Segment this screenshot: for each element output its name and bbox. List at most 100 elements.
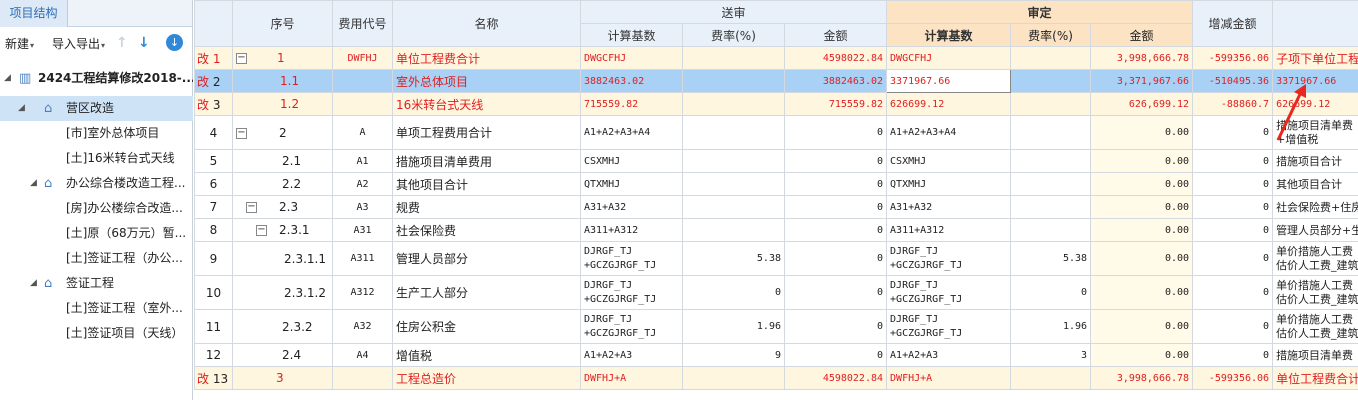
- name-cell[interactable]: 工程总造价: [392, 366, 581, 390]
- header-audited-base[interactable]: 计算基数: [886, 23, 1012, 47]
- seq-cell[interactable]: −2: [232, 115, 333, 150]
- name-cell[interactable]: 其他项目合计: [392, 172, 581, 196]
- collapse-icon[interactable]: −: [246, 202, 257, 213]
- tree-item-original-provisional[interactable]: [土]原（68万元）暂...: [0, 221, 193, 246]
- submitted-amount-cell[interactable]: 0: [783, 241, 888, 276]
- expand-arrow-icon[interactable]: ◢: [30, 271, 37, 296]
- collapse-icon[interactable]: −: [236, 127, 247, 139]
- diff-cell[interactable]: 0: [1192, 115, 1274, 150]
- header-audited-amount[interactable]: 金额: [1090, 23, 1194, 47]
- seq-cell[interactable]: − 2.3: [232, 195, 333, 219]
- diff-cell[interactable]: 0: [1192, 195, 1274, 219]
- audited-rate-cell[interactable]: 0: [1010, 275, 1092, 310]
- audited-base-cell[interactable]: A1+A2+A3+A4: [886, 115, 1012, 150]
- submitted-amount-cell[interactable]: 0: [783, 195, 888, 219]
- submitted-base-cell[interactable]: A1+A2+A3+A4: [580, 115, 683, 150]
- collapse-icon[interactable]: −: [256, 225, 267, 236]
- submitted-amount-cell[interactable]: 0: [783, 218, 888, 242]
- name-cell[interactable]: 单项工程费用合计: [392, 115, 581, 150]
- submitted-rate-cell[interactable]: [682, 69, 785, 93]
- code-cell[interactable]: [332, 69, 393, 93]
- header-submitted-base[interactable]: 计算基数: [580, 23, 683, 47]
- header-diff[interactable]: 增减金额: [1192, 0, 1274, 47]
- submitted-base-cell[interactable]: 715559.82: [580, 92, 683, 116]
- submitted-amount-cell[interactable]: 4598022.84: [783, 366, 888, 390]
- submitted-amount-cell[interactable]: 0: [783, 275, 888, 310]
- audited-amount-cell[interactable]: 0.00: [1090, 343, 1194, 367]
- submitted-amount-cell[interactable]: 0: [783, 172, 888, 196]
- audited-base-cell[interactable]: DWGCFHJ: [886, 46, 1012, 70]
- submitted-base-cell[interactable]: CSXMHJ: [580, 149, 683, 173]
- audited-base-cell[interactable]: DJRGF_TJ +GCZGJRGF_TJ: [886, 309, 1012, 344]
- collapse-icon[interactable]: −: [236, 53, 247, 64]
- submitted-amount-cell[interactable]: 0: [783, 343, 888, 367]
- header-submitted-amount[interactable]: 金额: [783, 23, 888, 47]
- table-row[interactable]: 4 −2 A 单项工程费用合计 A1+A2+A3+A4 0 A1+A2+A3+A…: [194, 115, 1358, 150]
- seq-cell[interactable]: 2.2: [232, 172, 333, 196]
- audited-rate-cell[interactable]: [1010, 218, 1092, 242]
- seq-cell[interactable]: − 2.3.1: [232, 218, 333, 242]
- submitted-base-cell[interactable]: DJRGF_TJ +GCZGJRGF_TJ: [580, 309, 683, 344]
- audited-base-cell[interactable]: QTXMHJ: [886, 172, 1012, 196]
- name-cell[interactable]: 管理人员部分: [392, 241, 581, 276]
- submitted-rate-cell[interactable]: [682, 366, 785, 390]
- submitted-rate-cell[interactable]: [682, 115, 785, 150]
- table-row[interactable]: 改 13 3 工程总造价 DWFHJ+A 4598022.84 DWFHJ+A …: [194, 366, 1358, 390]
- tree-item-visa-project[interactable]: ◢ ⌂ 签证工程: [0, 271, 193, 296]
- table-row[interactable]: 8 − 2.3.1 A31 社会保险费 A311+A312 0 A311+A312…: [194, 218, 1358, 242]
- submitted-rate-cell[interactable]: 9: [682, 343, 785, 367]
- seq-cell[interactable]: 2.3.1.2: [232, 275, 333, 310]
- submitted-rate-cell[interactable]: [682, 149, 785, 173]
- code-cell[interactable]: [332, 366, 393, 390]
- seq-cell[interactable]: −1: [232, 46, 333, 70]
- audited-amount-cell[interactable]: 3,998,666.78: [1090, 46, 1194, 70]
- tree-item-root[interactable]: ◢ ▥ 2424工程结算修改2018-...: [0, 66, 193, 91]
- table-row[interactable]: 12 2.4 A4 增值税 A1+A2+A3 9 0 A1+A2+A3 3 0.…: [194, 343, 1358, 367]
- submitted-rate-cell[interactable]: [682, 92, 785, 116]
- audited-base-cell[interactable]: DJRGF_TJ +GCZGJRGF_TJ: [886, 241, 1012, 276]
- table-row[interactable]: 9 2.3.1.1 A311 管理人员部分 DJRGF_TJ +GCZGJRGF_…: [194, 241, 1358, 276]
- diff-cell[interactable]: 0: [1192, 343, 1274, 367]
- seq-cell[interactable]: 2.3.2: [232, 309, 333, 344]
- audited-rate-cell[interactable]: [1010, 115, 1092, 150]
- audited-base-edit-cell[interactable]: 3371967.66: [886, 69, 1012, 93]
- audited-base-cell[interactable]: 626699.12: [886, 92, 1012, 116]
- name-cell[interactable]: 增值税: [392, 343, 581, 367]
- header-audited-rate[interactable]: 费率(%): [1010, 23, 1092, 47]
- audited-amount-cell[interactable]: 0.00: [1090, 309, 1194, 344]
- audited-base-cell[interactable]: A311+A312: [886, 218, 1012, 242]
- diff-cell[interactable]: 0: [1192, 309, 1274, 344]
- new-button[interactable]: 新建▾: [5, 35, 34, 52]
- expand-arrow-icon[interactable]: ◢: [18, 96, 25, 121]
- diff-cell[interactable]: -599356.06: [1192, 366, 1274, 390]
- audited-base-cell[interactable]: CSXMHJ: [886, 149, 1012, 173]
- audited-amount-cell[interactable]: 0.00: [1090, 195, 1194, 219]
- diff-cell[interactable]: 0: [1192, 275, 1274, 310]
- table-row[interactable]: 10 2.3.1.2 A312 生产工人部分 DJRGF_TJ +GCZGJRGF…: [194, 275, 1358, 310]
- submitted-rate-cell[interactable]: [682, 172, 785, 196]
- header-name[interactable]: 名称: [392, 0, 581, 47]
- import-export-button[interactable]: 导入导出▾: [52, 35, 105, 52]
- code-cell[interactable]: A: [332, 115, 393, 150]
- audited-rate-cell[interactable]: [1010, 366, 1092, 390]
- submitted-base-cell[interactable]: DJRGF_TJ +GCZGJRGF_TJ: [580, 275, 683, 310]
- name-cell[interactable]: 生产工人部分: [392, 275, 581, 310]
- move-up-icon[interactable]: ↑: [116, 35, 128, 51]
- submitted-rate-cell[interactable]: [682, 218, 785, 242]
- seq-cell[interactable]: 2.1: [232, 149, 333, 173]
- submitted-base-cell[interactable]: A1+A2+A3: [580, 343, 683, 367]
- header-code[interactable]: 费用代号: [332, 0, 393, 47]
- audited-rate-cell[interactable]: 1.96: [1010, 309, 1092, 344]
- header-submitted-rate[interactable]: 费率(%): [682, 23, 785, 47]
- code-cell[interactable]: A3: [332, 195, 393, 219]
- audited-rate-cell[interactable]: 3: [1010, 343, 1092, 367]
- name-cell[interactable]: 住房公积金: [392, 309, 581, 344]
- diff-cell[interactable]: -88860.7: [1192, 92, 1274, 116]
- tree-item-office-renovation[interactable]: [房]办公楼综合改造...: [0, 196, 193, 221]
- expand-arrow-icon[interactable]: ◢: [4, 66, 11, 91]
- note-cell[interactable]: 单位工程费合计: [1272, 366, 1358, 390]
- audited-base-cell[interactable]: DWFHJ+A: [886, 366, 1012, 390]
- audited-rate-cell[interactable]: [1010, 149, 1092, 173]
- name-cell[interactable]: 室外总体项目: [392, 69, 581, 93]
- seq-cell[interactable]: 1.1: [232, 69, 333, 93]
